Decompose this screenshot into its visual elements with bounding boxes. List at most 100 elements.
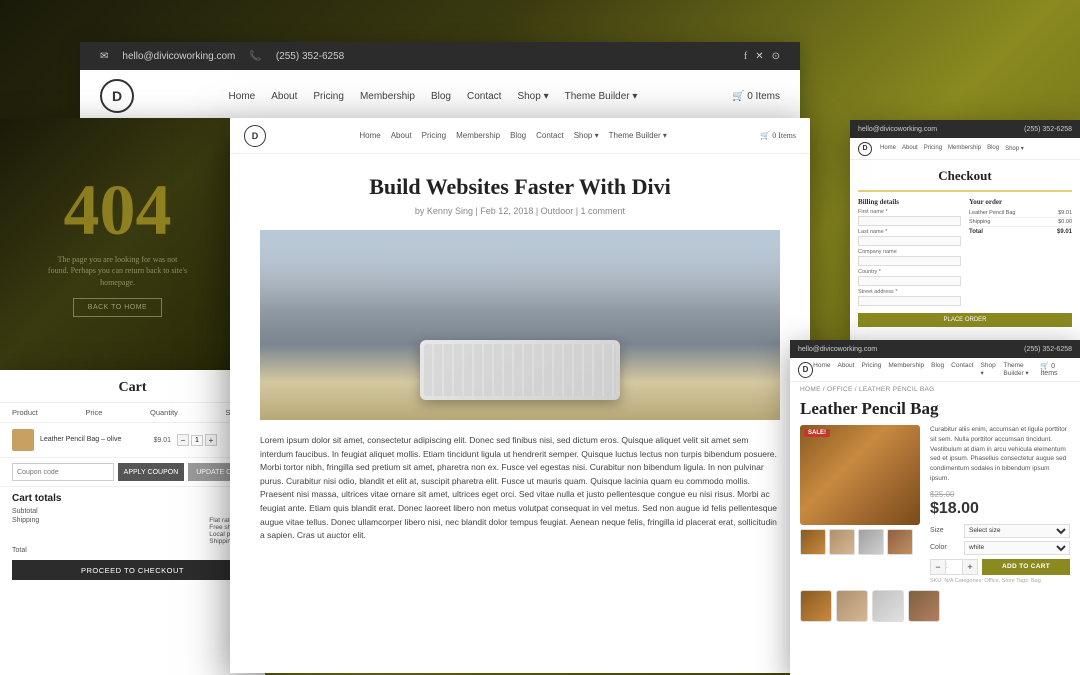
blog-nav-theme[interactable]: Theme Builder ▾ [609, 131, 667, 140]
main-nav: Home About Pricing Membership Blog Conta… [229, 91, 638, 102]
place-order-button[interactable]: PLACE ORDER [858, 313, 1072, 327]
nav-blog[interactable]: Blog [431, 91, 451, 102]
company-input[interactable] [858, 256, 961, 266]
email-icon: ✉ [100, 51, 108, 62]
blog-nav-about[interactable]: About [391, 131, 412, 140]
order-total-label: Total [969, 229, 983, 235]
blog-window: D Home About Pricing Membership Blog Con… [230, 118, 810, 673]
product-nav-cart[interactable]: 🛒 0 Items [1040, 362, 1072, 377]
blog-nav-bar: D Home About Pricing Membership Blog Con… [230, 118, 810, 154]
facebook-icon[interactable]: f [744, 51, 747, 62]
product-logo[interactable]: D [798, 362, 813, 378]
gallery-thumb-1[interactable] [800, 590, 832, 622]
product-main-image: SALE! [800, 425, 920, 525]
gallery-thumb-2[interactable] [836, 590, 868, 622]
qty-minus[interactable]: − [177, 434, 189, 446]
gallery-thumb-4[interactable] [908, 590, 940, 622]
cart-icon-area[interactable]: 🛒 0 Items [732, 91, 780, 102]
phone-icon: 📞 [249, 51, 261, 62]
col-product: Product [12, 408, 38, 417]
blog-nav-shop[interactable]: Shop ▾ [574, 131, 599, 140]
email-text: hello@divicoworking.com [122, 51, 235, 62]
cart-total-row: Total $18.44 [12, 547, 253, 554]
company-label: Company name [858, 249, 961, 255]
country-label: Country * [858, 269, 961, 275]
social-icons: f ✕ ⊙ [744, 51, 780, 62]
product-thumb-4[interactable] [887, 529, 913, 555]
blog-nav-blog[interactable]: Blog [510, 131, 526, 140]
blog-nav-contact[interactable]: Contact [536, 131, 564, 140]
qty-input[interactable] [945, 560, 963, 574]
first-name-field: First name * [858, 209, 961, 226]
nav-shop[interactable]: Shop ▾ [517, 91, 548, 102]
blog-nav-pricing[interactable]: Pricing [422, 131, 446, 140]
twitter-icon[interactable]: ✕ [755, 51, 763, 62]
nav-pricing[interactable]: Pricing [313, 91, 344, 102]
nav-membership[interactable]: Membership [360, 91, 415, 102]
gallery-thumb-3[interactable] [872, 590, 904, 622]
product-thumb-3[interactable] [858, 529, 884, 555]
product-window: hello@divicoworking.com (255) 352-6258 D… [790, 340, 1080, 675]
add-to-cart-button[interactable]: ADD TO CART [982, 559, 1070, 575]
product-title: Leather Pencil Bag [790, 397, 1080, 425]
phone-text: (255) 352-6258 [276, 51, 344, 62]
blog-nav-cart[interactable]: 🛒 0 Items [760, 131, 796, 140]
total-label: Total [12, 547, 27, 554]
product-description: Curabitur aliis enim, accumsan et ligula… [930, 425, 1070, 484]
qty-value: 1 [191, 435, 203, 446]
first-name-input[interactable] [858, 216, 961, 226]
blog-hero-image [260, 230, 780, 420]
coupon-input[interactable] [12, 463, 114, 481]
col-price: Price [85, 408, 102, 417]
blog-logo[interactable]: D [244, 125, 266, 147]
product-phone: (255) 352-6258 [1024, 346, 1072, 353]
cart-shipping-row: Shipping Flat rate Free shipping Local p… [12, 517, 253, 545]
size-label: Size [930, 527, 958, 534]
order-item-name: Leather Pencil Bag [969, 210, 1015, 216]
qty-plus-btn[interactable]: + [963, 560, 977, 574]
billing-title: Billing details [858, 198, 961, 206]
nav-home[interactable]: Home [229, 91, 256, 102]
blog-content: Build Websites Faster With Divi by Kenny… [230, 154, 810, 563]
company-field: Company name [858, 249, 961, 266]
blog-nav-membership[interactable]: Membership [456, 131, 500, 140]
blog-nav-home[interactable]: Home [359, 131, 380, 140]
blog-meta: by Kenny Sing | Feb 12, 2018 | Outdoor |… [260, 206, 780, 216]
qty-plus[interactable]: + [205, 434, 217, 446]
cart-totals-section: Cart totals Subtotal $18.44 Shipping Fla… [0, 486, 265, 586]
apply-coupon-button[interactable]: APPLY COUPON [118, 463, 185, 481]
size-option-row: Size Select size [930, 524, 1070, 538]
cart-item-price: $9.01 [141, 437, 171, 444]
back-to-home-button[interactable]: BACK TO HOME [73, 298, 162, 317]
instagram-icon[interactable]: ⊙ [772, 51, 780, 62]
color-label: Color [930, 544, 958, 551]
contact-info: ✉ hello@divicoworking.com 📞 (255) 352-62… [100, 51, 344, 62]
error-code: 404 [64, 174, 172, 246]
quantity-control: − + [930, 559, 978, 575]
product-thumb-2[interactable] [829, 529, 855, 555]
product-thumb-1[interactable] [800, 529, 826, 555]
color-select[interactable]: white [964, 541, 1070, 555]
cart-totals-title: Cart totals [12, 493, 253, 504]
nav-theme-builder[interactable]: Theme Builder ▾ [565, 91, 638, 102]
blog-title: Build Websites Faster With Divi [260, 174, 780, 200]
nav-about[interactable]: About [271, 91, 297, 102]
address-input[interactable] [858, 296, 961, 306]
cart-item-thumbnail [12, 429, 34, 451]
checkout-logo[interactable]: D [858, 142, 872, 156]
size-select[interactable]: Select size [964, 524, 1070, 538]
top-nav-bar: D Home About Pricing Membership Blog Con… [80, 70, 800, 122]
proceed-to-checkout-button[interactable]: PROCEED TO CHECKOUT [12, 560, 253, 580]
last-name-input[interactable] [858, 236, 961, 246]
checkout-window: hello@divicoworking.com (255) 352-6258 D… [850, 120, 1080, 340]
subtotal-label: Subtotal [12, 508, 38, 515]
site-logo[interactable]: D [100, 79, 134, 113]
country-input[interactable] [858, 276, 961, 286]
first-name-label: First name * [858, 209, 961, 215]
product-breadcrumb: HOME / OFFICE / LEATHER PENCIL BAG [790, 382, 1080, 397]
order-item-row: Leather Pencil Bag $9.01 [969, 209, 1072, 218]
order-total-row: Total $9.01 [969, 227, 1072, 237]
nav-contact[interactable]: Contact [467, 91, 501, 102]
cart-table-header: Product Price Quantity Subtotal [0, 403, 265, 423]
qty-minus-btn[interactable]: − [931, 560, 945, 574]
